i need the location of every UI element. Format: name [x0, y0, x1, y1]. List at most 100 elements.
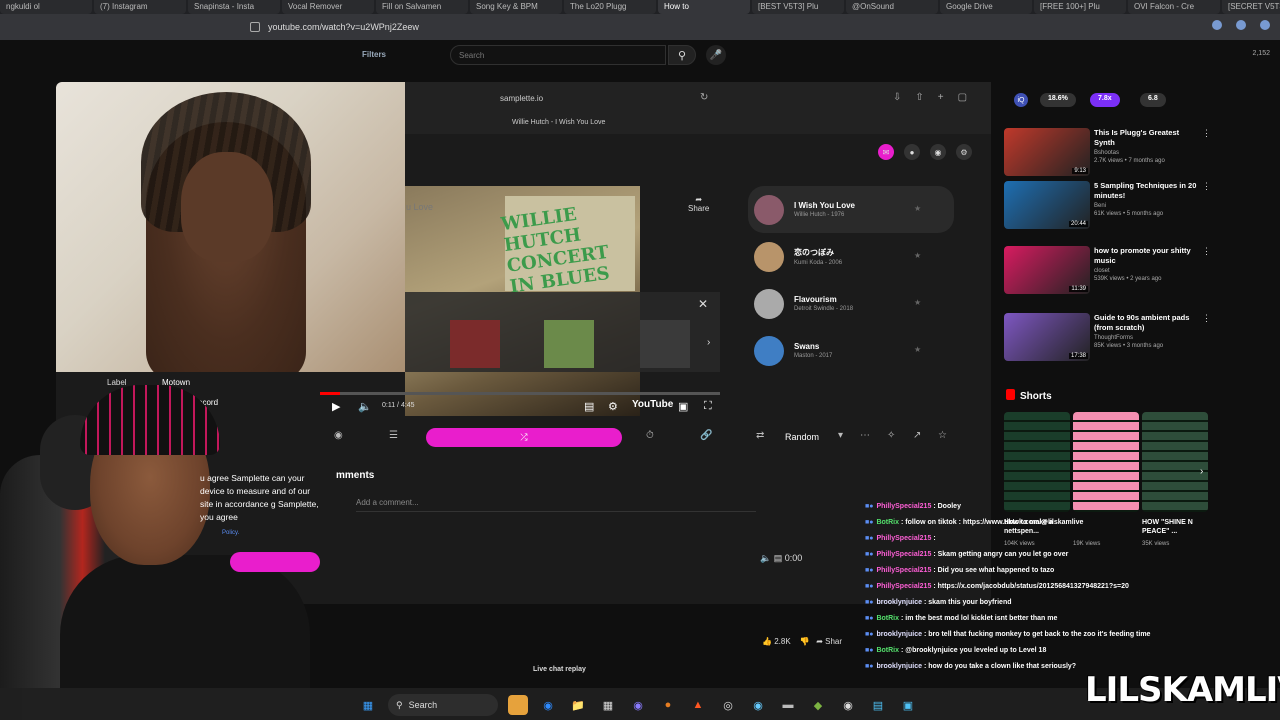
video-thumbnail[interactable]: 9:13 — [1004, 128, 1090, 176]
windows-start-icon[interactable]: ▦ — [358, 695, 378, 715]
browser-tab[interactable]: The Lo20 Plugg — [564, 0, 656, 14]
site-info-icon[interactable] — [250, 22, 260, 32]
song-row[interactable]: Swans Maston - 2017 ★ — [748, 327, 954, 374]
add-comment-input[interactable]: Add a comment... — [356, 498, 756, 512]
taskbar-search[interactable]: ⚲ Search — [388, 694, 498, 716]
close-icon[interactable]: ✕ — [698, 297, 708, 311]
app-icon[interactable]: ▣ — [898, 695, 918, 715]
recommended-video[interactable]: 20:44 5 Sampling Techniques in 20 minutes… — [1004, 181, 1214, 241]
share-icon[interactable]: ➦ — [816, 637, 823, 646]
recommended-video[interactable]: 17:38 Guide to 90s ambient pads (from scr… — [1004, 313, 1214, 373]
favorite-star-icon[interactable]: ★ — [914, 345, 921, 354]
trend-icon[interactable]: ↗ — [913, 430, 921, 441]
song-row[interactable]: Flavourism Detroit Swindle - 2018 ★ — [748, 280, 954, 327]
app-icon[interactable]: ▤ — [868, 695, 888, 715]
browser-tab[interactable]: [SECRET V5T3] — [1222, 0, 1280, 14]
share-button[interactable]: ➦ Share — [688, 195, 709, 213]
recommended-video[interactable]: 11:39 how to promote your shitty music clo… — [1004, 246, 1214, 306]
like-icon[interactable]: 👍 — [762, 637, 772, 646]
steam-icon[interactable]: ◉ — [748, 695, 768, 715]
timer-icon[interactable]: ⏱ — [646, 430, 654, 441]
favorite-star-icon[interactable]: ★ — [914, 204, 921, 213]
video-title[interactable]: how to promote your shitty music — [1094, 246, 1202, 266]
star-icon[interactable]: ☆ — [938, 430, 947, 441]
video-thumbnail[interactable]: 20:44 — [1004, 181, 1090, 229]
song-row[interactable]: I Wish You Love Willie Hutch - 1976 ★ — [748, 186, 954, 233]
channel-name[interactable]: closet — [1094, 268, 1204, 274]
search-icon[interactable]: ⚲ — [668, 45, 696, 65]
recommended-video[interactable]: 9:13 This Is Plugg's Greatest Synth Bshoot… — [1004, 128, 1214, 188]
equalizer-icon[interactable]: ☰ — [389, 430, 398, 441]
song-row[interactable]: 恋のつぼみ Kumi Koda - 2006 ★ — [748, 233, 954, 280]
video-progress-bar[interactable] — [320, 392, 720, 395]
more-icon[interactable]: ⋯ — [860, 430, 870, 441]
dislike-icon[interactable]: 👎 — [800, 637, 810, 646]
video-title[interactable]: 5 Sampling Techniques in 20 minutes! — [1094, 181, 1202, 201]
browser-tab[interactable]: Fill on Salvamen — [376, 0, 468, 14]
video-thumbnail[interactable]: 11:39 — [1004, 246, 1090, 294]
url-field[interactable]: youtube.com/watch?v=u2WPnj2Zeew — [250, 19, 970, 35]
browser-tab[interactable]: @OnSound — [846, 0, 938, 14]
app-icon[interactable]: ▬ — [778, 695, 798, 715]
browser-tab[interactable]: ngkuldi ol — [0, 0, 92, 14]
captions-icon[interactable]: ▤ — [584, 400, 594, 413]
browser-tab[interactable]: How to — [658, 0, 750, 14]
app-icon[interactable]: ◉ — [838, 695, 858, 715]
browser-tab[interactable]: [FREE 100+] Plu — [1034, 0, 1126, 14]
vidiq-icon[interactable]: iQ — [1014, 93, 1028, 107]
extension-icon[interactable] — [1260, 20, 1270, 30]
app-icon[interactable]: ◆ — [808, 695, 828, 715]
more-options-icon[interactable]: ⋮ — [1202, 246, 1211, 257]
chevron-right-icon[interactable]: › — [707, 337, 710, 348]
related-thumbnail[interactable] — [544, 320, 594, 368]
browser-tab[interactable]: Vocal Remover — [282, 0, 374, 14]
more-options-icon[interactable]: ⋮ — [1202, 313, 1211, 324]
settings-gear-icon[interactable]: ⚙ — [608, 400, 618, 413]
filters-button[interactable]: Filters — [362, 50, 386, 59]
reload-icon[interactable]: ↻ — [700, 92, 708, 103]
related-thumbnail[interactable] — [640, 320, 690, 368]
app-icon[interactable]: ● — [658, 695, 678, 715]
random-dropdown[interactable]: Random — [785, 432, 819, 442]
video-title[interactable]: Guide to 90s ambient pads (from scratch) — [1094, 313, 1202, 333]
browser-tab[interactable]: Google Drive — [940, 0, 1032, 14]
download-icon[interactable]: ⇩ — [893, 92, 901, 103]
link-icon[interactable]: 🔗 — [700, 430, 712, 441]
fullscreen-icon[interactable]: ⛶ — [704, 400, 712, 413]
search-input[interactable]: Search — [450, 45, 666, 65]
brave-icon[interactable]: ▲ — [688, 695, 708, 715]
channel-name[interactable]: Beni — [1094, 203, 1204, 209]
shuffle-mode-icon[interactable]: ⇄ — [756, 430, 764, 441]
browser-tab[interactable]: [BEST V5T3] Plu — [752, 0, 844, 14]
short-thumbnail[interactable] — [1142, 412, 1208, 512]
share-icon[interactable]: ⇧ — [915, 92, 923, 103]
discord-taskbar-icon[interactable]: ◉ — [628, 695, 648, 715]
short-thumbnail[interactable] — [1004, 412, 1070, 512]
extension-icon[interactable] — [1212, 20, 1222, 30]
magic-icon[interactable]: ✧ — [887, 430, 895, 441]
more-options-icon[interactable]: ⋮ — [1202, 181, 1211, 192]
related-thumbnail[interactable] — [450, 320, 500, 368]
widgets-icon[interactable] — [508, 695, 528, 715]
browser-tab[interactable]: Snapinsta - Insta — [188, 0, 280, 14]
obs-icon[interactable]: ◎ — [718, 695, 738, 715]
channel-name[interactable]: Bshootas — [1094, 150, 1204, 156]
discord-icon[interactable]: ◉ — [930, 144, 946, 160]
volume-icon[interactable]: 🔈 — [358, 400, 372, 413]
video-title[interactable]: This Is Plugg's Greatest Synth — [1094, 128, 1202, 148]
browser-tab[interactable]: Song Key & BPM — [470, 0, 562, 14]
browser-tab[interactable]: (7) Instagram — [94, 0, 186, 14]
privacy-policy-link[interactable]: Policy. — [222, 530, 239, 536]
favorite-star-icon[interactable]: ★ — [914, 251, 921, 260]
user-icon[interactable]: ● — [904, 144, 920, 160]
tabs-icon[interactable]: ▢ — [958, 92, 967, 103]
browser-tab[interactable]: OVI Falcon - Cre — [1128, 0, 1220, 14]
mail-icon[interactable]: ✉ — [878, 144, 894, 160]
file-explorer-icon[interactable]: 📁 — [568, 695, 588, 715]
favorite-star-icon[interactable]: ★ — [914, 298, 921, 307]
channel-name[interactable]: ThoughtForms — [1094, 335, 1204, 341]
youtube-logo[interactable]: YouTube — [632, 399, 673, 410]
chevron-down-icon[interactable]: ▾ — [838, 430, 843, 441]
share-label[interactable]: Shar — [825, 637, 842, 646]
settings-icon[interactable]: ⚙ — [956, 144, 972, 160]
